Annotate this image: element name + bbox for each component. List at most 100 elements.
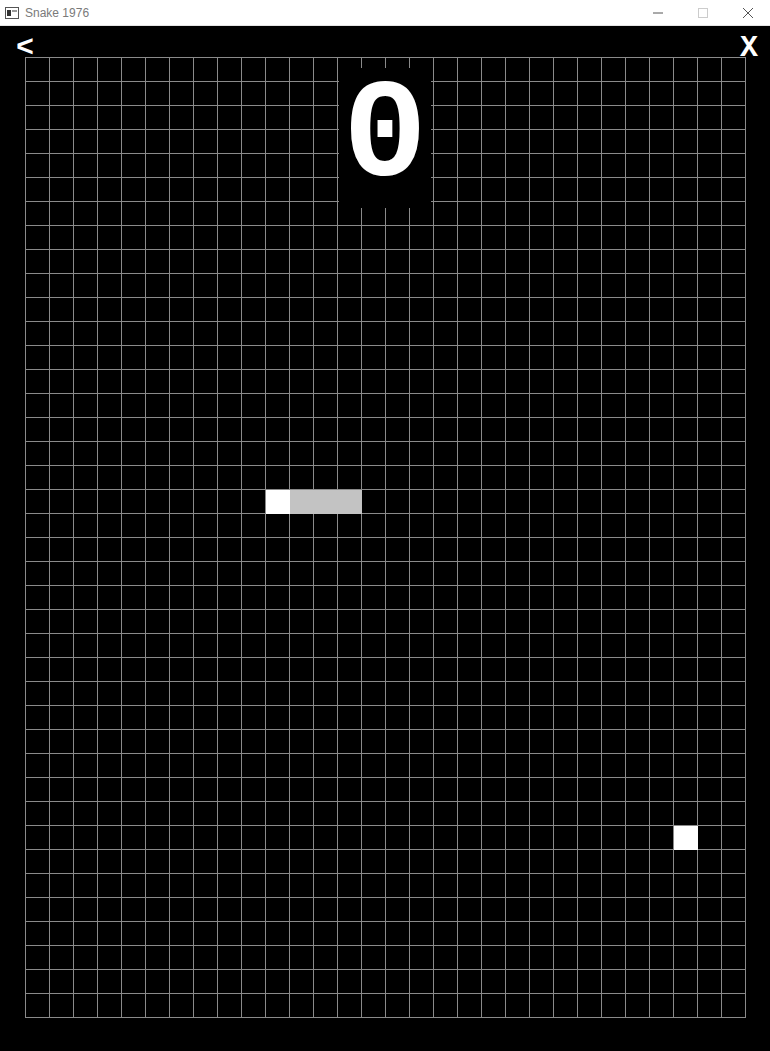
grid-cell — [242, 634, 266, 658]
grid-cell — [266, 562, 290, 586]
grid-cell — [290, 922, 314, 946]
grid-cell — [554, 970, 578, 994]
grid-cell — [482, 370, 506, 394]
grid-cell — [338, 322, 362, 346]
grid-cell — [50, 826, 74, 850]
minimize-button[interactable] — [635, 0, 680, 25]
grid-cell — [362, 658, 386, 682]
grid-cell — [698, 178, 722, 202]
grid-cell — [74, 802, 98, 826]
grid-cell — [194, 514, 218, 538]
close-button[interactable]: X — [740, 33, 758, 63]
grid-cell — [602, 178, 626, 202]
grid-cell — [434, 418, 458, 442]
grid-cell — [530, 298, 554, 322]
snake-body — [338, 490, 362, 514]
game-board — [25, 57, 746, 1018]
grid-cell — [146, 514, 170, 538]
grid-cell — [506, 490, 530, 514]
grid-cell — [482, 82, 506, 106]
grid-cell — [170, 106, 194, 130]
grid-cell — [98, 994, 122, 1018]
grid-cell — [26, 394, 50, 418]
grid-cell — [506, 682, 530, 706]
grid-cell — [386, 610, 410, 634]
grid-cell — [602, 346, 626, 370]
grid-cell — [698, 394, 722, 418]
grid-cell — [434, 610, 458, 634]
grid-cell — [626, 586, 650, 610]
grid-cell — [626, 658, 650, 682]
grid-cell — [242, 154, 266, 178]
grid-cell — [50, 586, 74, 610]
grid-cell — [602, 154, 626, 178]
grid-cell — [50, 754, 74, 778]
grid-cell — [650, 610, 674, 634]
grid-cell — [482, 466, 506, 490]
grid-cell — [530, 178, 554, 202]
grid-cell — [170, 730, 194, 754]
grid-cell — [698, 586, 722, 610]
grid-cell — [722, 754, 746, 778]
grid-cell — [650, 970, 674, 994]
grid-cell — [218, 610, 242, 634]
grid-cell — [722, 898, 746, 922]
grid-cell — [674, 610, 698, 634]
grid-cell — [266, 730, 290, 754]
grid-cell — [338, 730, 362, 754]
grid-cell — [170, 970, 194, 994]
grid-cell — [578, 178, 602, 202]
grid-cell — [602, 250, 626, 274]
grid-cell — [458, 322, 482, 346]
grid-cell — [266, 322, 290, 346]
grid-cell — [506, 58, 530, 82]
grid-cell — [698, 946, 722, 970]
grid-cell — [386, 754, 410, 778]
grid-cell — [698, 514, 722, 538]
grid-cell — [698, 682, 722, 706]
grid-cell — [290, 130, 314, 154]
grid-cell — [674, 466, 698, 490]
grid-cell — [242, 778, 266, 802]
grid-cell — [578, 514, 602, 538]
grid-cell — [98, 58, 122, 82]
grid-cell — [290, 634, 314, 658]
close-window-button[interactable] — [725, 0, 770, 25]
grid-cell — [74, 346, 98, 370]
grid-cell — [578, 538, 602, 562]
grid-cell — [698, 634, 722, 658]
grid-cell — [242, 586, 266, 610]
grid-cell — [722, 874, 746, 898]
grid-cell — [650, 322, 674, 346]
grid-cell — [146, 898, 170, 922]
grid-cell — [650, 586, 674, 610]
grid-cell — [674, 634, 698, 658]
grid-cell — [722, 970, 746, 994]
grid-cell — [194, 202, 218, 226]
grid-cell — [146, 346, 170, 370]
grid-cell — [26, 754, 50, 778]
grid-cell — [362, 202, 386, 226]
back-button[interactable]: < — [16, 33, 34, 63]
grid-cell — [578, 562, 602, 586]
grid-cell — [26, 850, 50, 874]
grid-cell — [626, 802, 650, 826]
grid-cell — [530, 154, 554, 178]
grid-cell — [578, 730, 602, 754]
grid-cell — [146, 706, 170, 730]
grid-cell — [722, 418, 746, 442]
grid-cell — [602, 586, 626, 610]
grid-cell — [362, 250, 386, 274]
grid-cell — [554, 466, 578, 490]
grid-cell — [314, 682, 338, 706]
grid-cell — [626, 202, 650, 226]
grid-cell — [362, 442, 386, 466]
grid-cell — [170, 538, 194, 562]
grid-cell — [26, 226, 50, 250]
grid-cell — [290, 802, 314, 826]
grid-cell — [98, 82, 122, 106]
grid-cell — [218, 274, 242, 298]
grid-cell — [458, 946, 482, 970]
grid-cell — [722, 154, 746, 178]
grid-cell — [410, 850, 434, 874]
